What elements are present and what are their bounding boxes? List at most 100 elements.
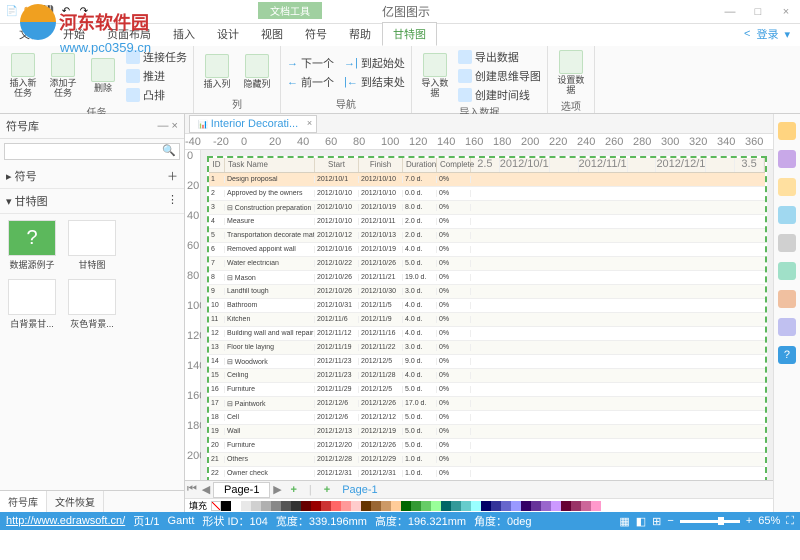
pointer-icon[interactable] <box>778 122 796 140</box>
color-swatch[interactable] <box>391 501 401 511</box>
style-icon[interactable] <box>778 234 796 252</box>
color-swatch[interactable] <box>241 501 251 511</box>
color-swatch[interactable] <box>461 501 471 511</box>
gantt-row[interactable]: 20Furniture2012/12/202012/12/265.0 d.0% <box>209 439 765 453</box>
qat-new-icon[interactable]: 📄 <box>4 4 20 20</box>
color-swatch[interactable] <box>291 501 301 511</box>
hide-col[interactable]: 隐藏列 <box>240 52 274 92</box>
delete[interactable]: 删除 <box>86 56 120 96</box>
color-swatch[interactable] <box>311 501 321 511</box>
gantt-row[interactable]: 11Kitchen2012/11/62012/11/94.0 d.0% <box>209 313 765 327</box>
gantt-row[interactable]: 14⊟ Woodwork2012/11/232012/12/59.0 d.0% <box>209 355 765 369</box>
no-fill-icon[interactable] <box>211 501 221 511</box>
search-icon[interactable]: 🔍 <box>159 144 179 159</box>
gantt-row[interactable]: 10Bathroom2012/10/312012/11/54.0 d.0% <box>209 299 765 313</box>
sidetab-library[interactable]: 符号库 <box>0 491 47 512</box>
color-swatch[interactable] <box>411 501 421 511</box>
view-icon-3[interactable]: ⊞ <box>652 515 661 528</box>
gantt-row[interactable]: 21Others2012/12/282012/12/291.0 d.0% <box>209 453 765 467</box>
fullscreen-icon[interactable]: ⛶ <box>786 515 794 528</box>
color-swatch[interactable] <box>421 501 431 511</box>
gantt-row[interactable]: 4Measure2012/10/102012/10/112.0 d.0% <box>209 215 765 229</box>
add-page-button[interactable]: + <box>284 484 302 496</box>
gantt-row[interactable]: 19Wall2012/12/132012/12/195.0 d.0% <box>209 425 765 439</box>
color-swatch[interactable] <box>341 501 351 511</box>
zoom-out-icon[interactable]: − <box>667 515 673 527</box>
sidebar-section-symbols[interactable]: ▸ 符号＋ <box>0 164 184 189</box>
zoom-slider[interactable] <box>680 520 740 523</box>
color-swatch[interactable] <box>321 501 331 511</box>
qat-save-icon[interactable]: 💾 <box>40 4 56 20</box>
close-icon[interactable]: × <box>307 118 312 128</box>
qat-open-icon[interactable]: 📂 <box>22 4 38 20</box>
canvas[interactable]: ID Task Name Start Finish Duration Compl… <box>201 150 773 480</box>
status-url[interactable]: http://www.edrawsoft.cn/ <box>6 515 125 527</box>
add-page-button-2[interactable]: + <box>318 484 336 496</box>
color-swatch[interactable] <box>301 501 311 511</box>
login-dropdown-icon[interactable]: ▾ <box>784 28 790 41</box>
sidetab-recovery[interactable]: 文件恢复 <box>47 491 104 512</box>
gantt-row[interactable]: 18Cell2012/12/62012/12/125.0 d.0% <box>209 411 765 425</box>
tab-3[interactable]: 插入 <box>162 22 206 46</box>
color-swatch[interactable] <box>551 501 561 511</box>
insert-col[interactable]: 插入列 <box>200 52 234 92</box>
color-swatch[interactable] <box>561 501 571 511</box>
document-tab[interactable]: 📊 Interior Decorati... × <box>189 115 317 133</box>
settings[interactable]: 设置数据 <box>554 48 588 98</box>
color-swatch[interactable] <box>401 501 411 511</box>
color-swatch[interactable] <box>541 501 551 511</box>
outline[interactable]: 凸排 <box>126 86 187 104</box>
color-swatch[interactable] <box>231 501 241 511</box>
help-icon[interactable]: ? <box>778 346 796 364</box>
page-next-icon[interactable]: ▶ <box>270 483 284 496</box>
gantt-chart[interactable]: ID Task Name Start Finish Duration Compl… <box>207 156 767 480</box>
import[interactable]: 导入数据 <box>418 51 452 101</box>
search-input[interactable] <box>5 144 159 159</box>
page-tab-1[interactable]: Page-1 <box>213 482 270 498</box>
gantt-row[interactable]: 9Landfill tough2012/10/262012/10/303.0 d… <box>209 285 765 299</box>
gantt-row[interactable]: 16Furniture2012/11/292012/12/55.0 d.0% <box>209 383 765 397</box>
sidebar-close-icon[interactable]: — × <box>158 120 178 132</box>
tab-gantt[interactable]: 甘特图 <box>382 22 437 46</box>
color-swatch[interactable] <box>251 501 261 511</box>
page-first-icon[interactable]: ⏮ <box>185 483 199 496</box>
tab-4[interactable]: 设计 <box>206 22 250 46</box>
login-link[interactable]: 登录 <box>756 26 778 42</box>
color-swatch[interactable] <box>511 501 521 511</box>
promote[interactable]: 推进 <box>126 67 187 85</box>
color-swatch[interactable] <box>361 501 371 511</box>
gantt-row[interactable]: 7Water electrician2012/10/222012/10/265.… <box>209 257 765 271</box>
gantt-row[interactable]: 15Ceiling2012/11/232012/11/284.0 d.0% <box>209 369 765 383</box>
gantt-row[interactable]: 3⊟ Construction preparation2012/10/10201… <box>209 201 765 215</box>
theme-icon[interactable] <box>778 150 796 168</box>
zoom-in-icon[interactable]: + <box>746 515 752 527</box>
view-icon-1[interactable]: ▦ <box>619 515 629 528</box>
thumb[interactable]: 甘特图 <box>66 220 118 271</box>
tab-6[interactable]: 符号 <box>294 22 338 46</box>
color-swatch[interactable] <box>591 501 601 511</box>
sidebar-section-gantt[interactable]: ▾ 甘特图⋮ <box>0 189 184 214</box>
gantt-row[interactable]: 1Design proposal2012/10/12012/10/107.0 d… <box>209 173 765 187</box>
tab-1[interactable]: 开始 <box>52 22 96 46</box>
color-swatch[interactable] <box>481 501 491 511</box>
thumb[interactable]: 白背景甘... <box>6 279 58 330</box>
layer-icon[interactable] <box>778 206 796 224</box>
thumb[interactable]: ?数据源例子 <box>6 220 58 271</box>
color-swatch[interactable] <box>531 501 541 511</box>
color-swatch[interactable] <box>471 501 481 511</box>
add-subtask[interactable]: 添加子任务 <box>46 51 80 101</box>
close-button[interactable]: × <box>776 6 796 18</box>
color-swatch[interactable] <box>271 501 281 511</box>
link-tasks[interactable]: 连接任务 <box>126 48 187 66</box>
gantt-row[interactable]: 17⊟ Paintwork2012/12/62012/12/2617.0 d.0… <box>209 397 765 411</box>
page-prev-icon[interactable]: ◀ <box>199 483 213 496</box>
color-swatch[interactable] <box>331 501 341 511</box>
view-icon-2[interactable]: ◧ <box>636 515 646 528</box>
tab-5[interactable]: 视图 <box>250 22 294 46</box>
color-swatch[interactable] <box>521 501 531 511</box>
tab-2[interactable]: 页面布局 <box>96 22 162 46</box>
color-swatch[interactable] <box>351 501 361 511</box>
color-swatch[interactable] <box>501 501 511 511</box>
gantt-row[interactable]: 5Transportation decorate material2012/10… <box>209 229 765 243</box>
gantt-row[interactable]: 2Approved by the owners2012/10/102012/10… <box>209 187 765 201</box>
